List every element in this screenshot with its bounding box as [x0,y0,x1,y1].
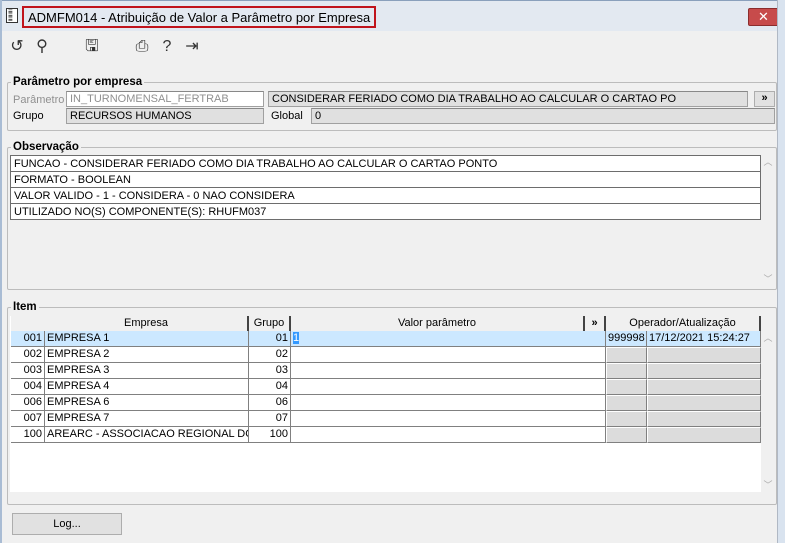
table-row[interactable]: 003 EMPRESA 3 03 [11,363,761,379]
cell-operador [606,363,647,379]
cell-empresa: AREARC - ASSOCIACAO REGIONAL DOS [45,427,249,443]
cell-operador [606,411,647,427]
search-icon[interactable]: ⚲ [32,37,52,57]
cell-empresa: EMPRESA 1 [45,331,249,347]
cell-valor[interactable] [291,395,606,411]
cell-empresa: EMPRESA 7 [45,411,249,427]
close-button[interactable]: ✕ [748,8,779,26]
cell-grupo: 03 [249,363,291,379]
grupo-label: Grupo [13,110,44,122]
scroll-up-icon[interactable]: ︿ [761,331,775,344]
cell-valor[interactable] [291,411,606,427]
cell-atualizacao [647,427,761,443]
header-operador[interactable]: Operador/Atualização [606,316,761,331]
cell-operador [606,379,647,395]
cell-valor[interactable] [291,363,606,379]
obs-group-legend: Observação [11,141,81,153]
cell-empresa: EMPRESA 6 [45,395,249,411]
cell-grupo: 02 [249,347,291,363]
header-empresa[interactable]: Empresa [45,316,249,331]
scroll-down-icon[interactable]: ﹀ [761,478,775,491]
cell-operador: 999998 [606,331,647,347]
param-input[interactable]: IN_TURNOMENSAL_FERTRAB [66,91,264,107]
cell-atualizacao [647,379,761,395]
cell-code: 006 [11,395,45,411]
obs-line: FORMATO - BOOLEAN [10,171,761,188]
exit-icon[interactable]: ⇥ [182,37,202,57]
table-row[interactable]: 007 EMPRESA 7 07 [11,411,761,427]
expand-description-button[interactable]: » [754,91,775,107]
cell-atualizacao [647,363,761,379]
scroll-up-icon[interactable]: ︿ [761,155,775,168]
cell-valor[interactable] [291,347,606,363]
help-icon[interactable]: ? [157,37,177,57]
cell-empresa: EMPRESA 3 [45,363,249,379]
window-border [0,0,2,543]
cell-valor[interactable]: 1 [291,331,606,347]
header-grupo[interactable]: Grupo [249,316,291,331]
item-group-legend: Item [11,301,39,313]
window-border [777,0,785,543]
cell-operador [606,395,647,411]
param-label: Parâmetro [13,94,65,106]
table-row[interactable]: 004 EMPRESA 4 04 [11,379,761,395]
cell-code: 001 [11,331,45,347]
cell-grupo: 04 [249,379,291,395]
item-scrollbar[interactable]: ︿ ﹀ [761,331,775,491]
cell-empresa: EMPRESA 4 [45,379,249,395]
log-button[interactable]: Log... [12,513,122,535]
scroll-down-icon[interactable]: ﹀ [761,272,775,285]
cell-grupo: 100 [249,427,291,443]
param-description: CONSIDERAR FERIADO COMO DIA TRABALHO AO … [268,91,748,107]
obs-scrollbar[interactable]: ︿ ﹀ [761,155,775,285]
cell-code: 100 [11,427,45,443]
header-valor[interactable]: Valor parâmetro [291,316,585,331]
table-row[interactable]: 006 EMPRESA 6 06 [11,395,761,411]
print-icon[interactable]: ⎙ [132,37,152,57]
undo-icon[interactable]: ↺ [7,37,27,57]
cell-empresa: EMPRESA 2 [45,347,249,363]
cell-valor[interactable] [291,379,606,395]
cell-atualizacao [647,347,761,363]
cell-grupo: 06 [249,395,291,411]
obs-line: VALOR VALIDO - 1 - CONSIDERA - 0 NAO CON… [10,187,761,204]
cell-operador [606,347,647,363]
cell-operador [606,427,647,443]
cell-code: 003 [11,363,45,379]
header-code [11,316,45,331]
table-row[interactable]: 002 EMPRESA 2 02 [11,347,761,363]
table-row[interactable]: 001 EMPRESA 1 01 1 999998 17/12/2021 15:… [11,331,761,347]
param-group-legend: Parâmetro por empresa [11,76,145,88]
table-row[interactable]: 100 AREARC - ASSOCIACAO REGIONAL DOS 100 [11,427,761,443]
save-icon[interactable]: 🖫 [82,37,102,57]
obs-line: FUNCAO - CONSIDERAR FERIADO COMO DIA TRA… [10,155,761,172]
cell-atualizacao: 17/12/2021 15:24:27 [647,331,761,347]
document-icon: ≡ ≡ ≡ [6,8,18,24]
global-input: 0 [311,108,775,124]
cell-code: 004 [11,379,45,395]
cell-atualizacao [647,411,761,427]
cell-atualizacao [647,395,761,411]
obs-line: UTILIZADO NO(S) COMPONENTE(S): RHUFM037 [10,203,761,220]
expand-valor-button[interactable]: » [585,316,606,331]
valor-value[interactable]: 1 [293,332,300,344]
global-label: Global [271,110,303,122]
cell-code: 002 [11,347,45,363]
cell-valor[interactable] [291,427,606,443]
window-title: ADMFM014 - Atribuição de Valor a Parâmet… [22,6,377,28]
cell-grupo: 01 [249,331,291,347]
cell-grupo: 07 [249,411,291,427]
cell-code: 007 [11,411,45,427]
grupo-input: RECURSOS HUMANOS [66,108,264,124]
